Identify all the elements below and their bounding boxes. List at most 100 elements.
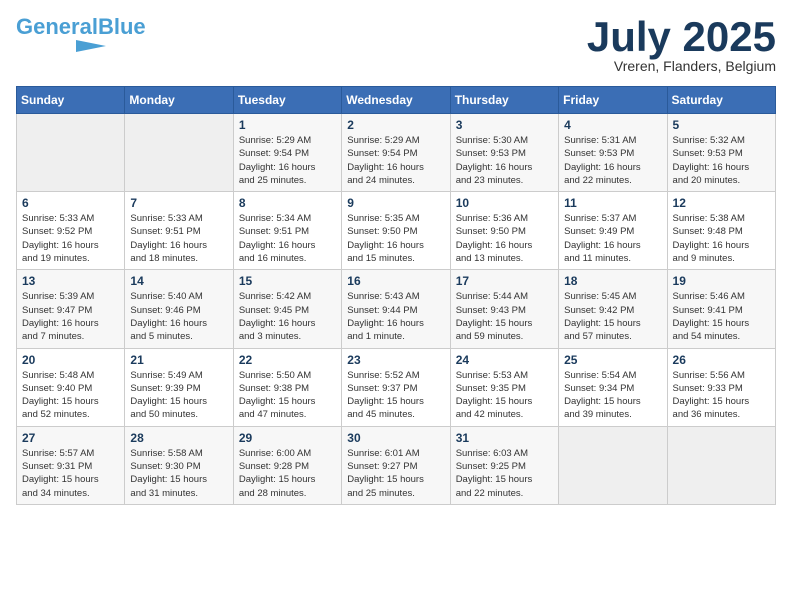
header-cell-wednesday: Wednesday xyxy=(342,87,450,114)
day-cell xyxy=(17,114,125,192)
day-cell: 1 Sunrise: 5:29 AM Sunset: 9:54 PM Daylig… xyxy=(233,114,341,192)
header-row: SundayMondayTuesdayWednesdayThursdayFrid… xyxy=(17,87,776,114)
day-number: 17 xyxy=(456,274,553,288)
day-number: 30 xyxy=(347,431,444,445)
week-row-2: 6 Sunrise: 5:33 AM Sunset: 9:52 PM Daylig… xyxy=(17,192,776,270)
day-cell: 28 Sunrise: 5:58 AM Sunset: 9:30 PM Dayli… xyxy=(125,426,233,504)
day-cell: 31Sunrise: 6:03 AM Sunset: 9:25 PM Dayli… xyxy=(450,426,558,504)
day-info: Sunrise: 5:29 AM Sunset: 9:54 PM Dayligh… xyxy=(239,134,336,187)
day-number: 22 xyxy=(239,353,336,367)
day-cell: 21 Sunrise: 5:49 AM Sunset: 9:39 PM Dayli… xyxy=(125,348,233,426)
page-header: GeneralBlue July 2025 Vreren, Flanders, … xyxy=(16,16,776,74)
day-info: Sunrise: 5:45 AM Sunset: 9:42 PM Dayligh… xyxy=(564,290,661,343)
day-info: Sunrise: 5:30 AM Sunset: 9:53 PM Dayligh… xyxy=(456,134,553,187)
day-number: 1 xyxy=(239,118,336,132)
day-cell: 29 Sunrise: 6:00 AM Sunset: 9:28 PM Dayli… xyxy=(233,426,341,504)
week-row-3: 13 Sunrise: 5:39 AM Sunset: 9:47 PM Dayli… xyxy=(17,270,776,348)
day-cell: 30 Sunrise: 6:01 AM Sunset: 9:27 PM Dayli… xyxy=(342,426,450,504)
day-cell: 7 Sunrise: 5:33 AM Sunset: 9:51 PM Daylig… xyxy=(125,192,233,270)
day-info: Sunrise: 5:38 AM Sunset: 9:48 PM Dayligh… xyxy=(673,212,770,265)
day-number: 27 xyxy=(22,431,119,445)
day-cell: 17 Sunrise: 5:44 AM Sunset: 9:43 PM Dayli… xyxy=(450,270,558,348)
day-info: Sunrise: 5:40 AM Sunset: 9:46 PM Dayligh… xyxy=(130,290,227,343)
day-number: 9 xyxy=(347,196,444,210)
day-cell: 3 Sunrise: 5:30 AM Sunset: 9:53 PM Daylig… xyxy=(450,114,558,192)
day-number: 3 xyxy=(456,118,553,132)
day-number: 16 xyxy=(347,274,444,288)
day-number: 12 xyxy=(673,196,770,210)
day-info: Sunrise: 5:35 AM Sunset: 9:50 PM Dayligh… xyxy=(347,212,444,265)
day-number: 18 xyxy=(564,274,661,288)
day-cell: 8 Sunrise: 5:34 AM Sunset: 9:51 PM Daylig… xyxy=(233,192,341,270)
day-number: 10 xyxy=(456,196,553,210)
day-cell: 5 Sunrise: 5:32 AM Sunset: 9:53 PM Daylig… xyxy=(667,114,775,192)
day-number: 21 xyxy=(130,353,227,367)
week-row-1: 1 Sunrise: 5:29 AM Sunset: 9:54 PM Daylig… xyxy=(17,114,776,192)
day-info: Sunrise: 5:32 AM Sunset: 9:53 PM Dayligh… xyxy=(673,134,770,187)
day-number: 4 xyxy=(564,118,661,132)
day-info: Sunrise: 5:57 AM Sunset: 9:31 PM Dayligh… xyxy=(22,447,119,500)
day-cell: 6 Sunrise: 5:33 AM Sunset: 9:52 PM Daylig… xyxy=(17,192,125,270)
logo: GeneralBlue xyxy=(16,16,146,54)
day-info: Sunrise: 5:49 AM Sunset: 9:39 PM Dayligh… xyxy=(130,369,227,422)
day-number: 15 xyxy=(239,274,336,288)
day-cell: 12 Sunrise: 5:38 AM Sunset: 9:48 PM Dayli… xyxy=(667,192,775,270)
title-block: July 2025 Vreren, Flanders, Belgium xyxy=(587,16,776,74)
header-cell-thursday: Thursday xyxy=(450,87,558,114)
day-cell: 15Sunrise: 5:42 AM Sunset: 9:45 PM Dayli… xyxy=(233,270,341,348)
day-number: 28 xyxy=(130,431,227,445)
day-info: Sunrise: 6:00 AM Sunset: 9:28 PM Dayligh… xyxy=(239,447,336,500)
header-cell-saturday: Saturday xyxy=(667,87,775,114)
day-info: Sunrise: 5:31 AM Sunset: 9:53 PM Dayligh… xyxy=(564,134,661,187)
day-number: 20 xyxy=(22,353,119,367)
location-subtitle: Vreren, Flanders, Belgium xyxy=(587,58,776,74)
day-info: Sunrise: 5:53 AM Sunset: 9:35 PM Dayligh… xyxy=(456,369,553,422)
logo-icon xyxy=(16,38,106,54)
day-cell: 10 Sunrise: 5:36 AM Sunset: 9:50 PM Dayli… xyxy=(450,192,558,270)
day-cell: 16 Sunrise: 5:43 AM Sunset: 9:44 PM Dayli… xyxy=(342,270,450,348)
day-number: 7 xyxy=(130,196,227,210)
week-row-5: 27 Sunrise: 5:57 AM Sunset: 9:31 PM Dayli… xyxy=(17,426,776,504)
day-number: 2 xyxy=(347,118,444,132)
day-info: Sunrise: 5:44 AM Sunset: 9:43 PM Dayligh… xyxy=(456,290,553,343)
logo-part1: General xyxy=(16,14,98,39)
day-info: Sunrise: 5:33 AM Sunset: 9:52 PM Dayligh… xyxy=(22,212,119,265)
day-info: Sunrise: 5:36 AM Sunset: 9:50 PM Dayligh… xyxy=(456,212,553,265)
day-info: Sunrise: 5:48 AM Sunset: 9:40 PM Dayligh… xyxy=(22,369,119,422)
header-cell-monday: Monday xyxy=(125,87,233,114)
day-cell: 22Sunrise: 5:50 AM Sunset: 9:38 PM Dayli… xyxy=(233,348,341,426)
day-cell: 14 Sunrise: 5:40 AM Sunset: 9:46 PM Dayli… xyxy=(125,270,233,348)
day-info: Sunrise: 5:39 AM Sunset: 9:47 PM Dayligh… xyxy=(22,290,119,343)
day-number: 5 xyxy=(673,118,770,132)
day-number: 29 xyxy=(239,431,336,445)
day-info: Sunrise: 5:33 AM Sunset: 9:51 PM Dayligh… xyxy=(130,212,227,265)
day-info: Sunrise: 5:37 AM Sunset: 9:49 PM Dayligh… xyxy=(564,212,661,265)
day-number: 8 xyxy=(239,196,336,210)
week-row-4: 20 Sunrise: 5:48 AM Sunset: 9:40 PM Dayli… xyxy=(17,348,776,426)
day-cell: 11 Sunrise: 5:37 AM Sunset: 9:49 PM Dayli… xyxy=(559,192,667,270)
day-cell: 24 Sunrise: 5:53 AM Sunset: 9:35 PM Dayli… xyxy=(450,348,558,426)
day-number: 6 xyxy=(22,196,119,210)
day-info: Sunrise: 5:43 AM Sunset: 9:44 PM Dayligh… xyxy=(347,290,444,343)
day-info: Sunrise: 5:58 AM Sunset: 9:30 PM Dayligh… xyxy=(130,447,227,500)
day-cell xyxy=(559,426,667,504)
day-number: 19 xyxy=(673,274,770,288)
day-number: 26 xyxy=(673,353,770,367)
day-info: Sunrise: 5:29 AM Sunset: 9:54 PM Dayligh… xyxy=(347,134,444,187)
header-cell-sunday: Sunday xyxy=(17,87,125,114)
day-number: 24 xyxy=(456,353,553,367)
day-number: 11 xyxy=(564,196,661,210)
month-title: July 2025 xyxy=(587,16,776,58)
logo-text: GeneralBlue xyxy=(16,16,146,38)
day-cell: 26 Sunrise: 5:56 AM Sunset: 9:33 PM Dayli… xyxy=(667,348,775,426)
day-info: Sunrise: 5:34 AM Sunset: 9:51 PM Dayligh… xyxy=(239,212,336,265)
day-number: 14 xyxy=(130,274,227,288)
day-number: 25 xyxy=(564,353,661,367)
day-cell: 23Sunrise: 5:52 AM Sunset: 9:37 PM Dayli… xyxy=(342,348,450,426)
day-cell: 9 Sunrise: 5:35 AM Sunset: 9:50 PM Daylig… xyxy=(342,192,450,270)
day-info: Sunrise: 6:01 AM Sunset: 9:27 PM Dayligh… xyxy=(347,447,444,500)
day-info: Sunrise: 5:56 AM Sunset: 9:33 PM Dayligh… xyxy=(673,369,770,422)
day-number: 13 xyxy=(22,274,119,288)
day-cell: 13 Sunrise: 5:39 AM Sunset: 9:47 PM Dayli… xyxy=(17,270,125,348)
day-info: Sunrise: 6:03 AM Sunset: 9:25 PM Dayligh… xyxy=(456,447,553,500)
